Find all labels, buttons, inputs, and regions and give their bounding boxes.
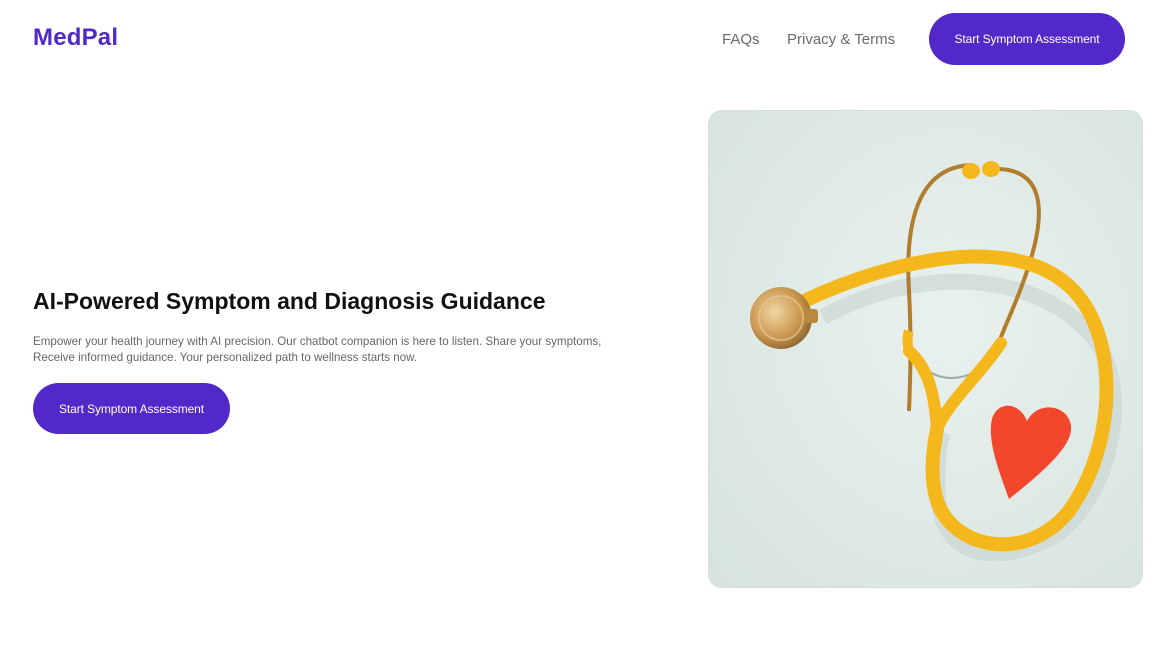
nav-link-privacy-terms[interactable]: Privacy & Terms	[787, 31, 895, 48]
hero-description-line-1: Empower your health journey with AI prec…	[33, 335, 602, 348]
logo[interactable]: MedPal	[33, 24, 118, 52]
hero-description-line-2: Receive informed guidance. Your personal…	[33, 351, 418, 364]
hero-start-assessment-button[interactable]: Start Symptom Assessment	[33, 383, 230, 434]
hero-description: Empower your health journey with AI prec…	[33, 334, 643, 366]
stethoscope-heart-image	[708, 110, 1143, 588]
site-header: MedPal FAQs Privacy & Terms Start Sympto…	[0, 0, 1170, 80]
hero-title: AI-Powered Symptom and Diagnosis Guidanc…	[33, 288, 546, 314]
nav-link-faqs[interactable]: FAQs	[722, 31, 760, 48]
landing-page: MedPal FAQs Privacy & Terms Start Sympto…	[0, 0, 1170, 666]
stethoscope-illustration	[709, 111, 1142, 587]
header-start-assessment-button[interactable]: Start Symptom Assessment	[929, 13, 1125, 65]
